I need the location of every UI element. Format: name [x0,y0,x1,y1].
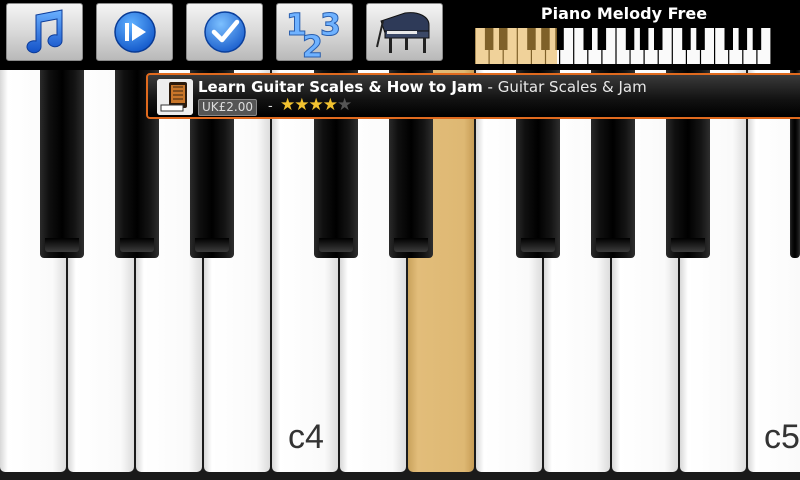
mini-black-key [738,28,748,50]
songs-button[interactable] [6,3,83,61]
piano-keyboard: c4 c5 [0,70,800,480]
star-filled-icon: ★ [280,95,295,115]
star-filled-icon: ★ [308,95,324,115]
mini-keyboard-keys [475,28,771,64]
mini-black-key [696,28,705,50]
play-icon [113,11,156,53]
rating-stars: ★★★★★ [280,95,352,115]
ad-title-line: Learn Guitar Scales & How to Jam - Guita… [198,78,647,96]
mini-black-key [541,28,550,50]
note-names-button[interactable]: 1 2 3 [276,3,353,61]
ad-separator: - [487,78,493,96]
mini-black-key [724,28,733,50]
guitar-app-icon [157,79,193,115]
mini-black-key [654,28,663,50]
play-button[interactable] [96,3,173,61]
ad-dash: - [268,99,273,114]
mini-black-key [682,28,691,50]
mini-black-key [555,28,564,50]
music-note-icon [26,9,62,54]
ad-subtitle: Guitar Scales & Jam [497,78,647,96]
mini-black-key [499,28,508,50]
checkmark-icon [203,11,246,53]
mini-black-key [484,28,494,50]
app-title: Piano Melody Free [540,4,708,23]
mini-black-key [752,28,762,50]
check-button[interactable] [186,3,263,61]
svg-text:3: 3 [320,8,341,43]
mini-black-key [625,28,635,50]
grand-piano-icon [375,12,429,53]
toolbar: 1 2 3 Piano Melody Free [0,0,800,70]
ad-banner[interactable]: Learn Guitar Scales & How to Jam - Guita… [146,73,800,119]
note-label-c5: c5 [764,418,800,456]
numbers-123-icon: 1 2 3 [285,8,341,60]
star-filled-icon: ★ [294,95,309,115]
mini-black-key [639,28,649,50]
star-empty-icon: ★ [337,95,352,115]
mini-black-key [527,28,536,50]
mini-black-key [583,28,592,50]
instrument-button[interactable] [366,3,443,61]
black-key[interactable] [40,70,84,258]
star-filled-icon: ★ [322,95,338,115]
ad-price: UK£2.00 [198,99,258,116]
mini-keyboard-navigator[interactable] [475,28,771,64]
ad-title: Learn Guitar Scales & How to Jam [198,78,483,96]
mini-black-key [597,28,607,50]
note-label-c4: c4 [288,418,324,456]
